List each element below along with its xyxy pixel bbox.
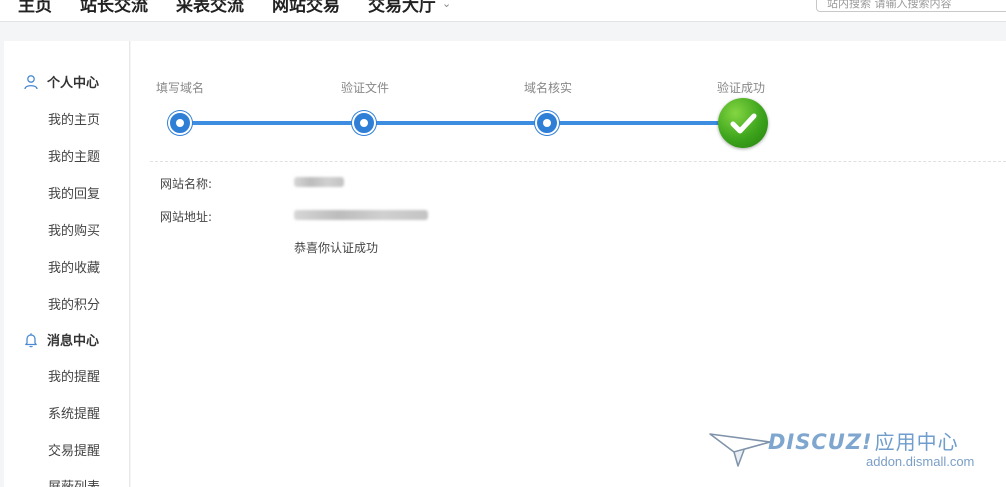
step-dot-3 <box>535 111 559 135</box>
chevron-down-icon: ⌄ <box>442 0 452 10</box>
nav-site-trade[interactable]: 网站交易 <box>272 0 340 16</box>
sidebar-item-system-reminders[interactable]: 系统提醒 <box>48 403 100 422</box>
search-input[interactable]: 站内搜索 请输入搜索内容 <box>816 0 1006 12</box>
watermark-logo: DISCUZ! 应用中心 <box>768 426 959 455</box>
nav-site-trade-label: 网站交易 <box>272 0 340 16</box>
sidebar-item-my-replies[interactable]: 我的回复 <box>48 183 100 202</box>
step-label-fill-domain: 填写域名 <box>156 81 205 95</box>
sidebar-item-my-reminders[interactable]: 我的提醒 <box>48 366 100 385</box>
sidebar-item-my-purchases[interactable]: 我的购买 <box>48 220 100 239</box>
progress-track <box>180 121 748 125</box>
step-dot-2 <box>352 111 376 135</box>
paper-plane-icon <box>709 433 771 467</box>
nav-webmaster-label: 站长交流 <box>80 0 148 16</box>
nav-home-label: 主页 <box>18 0 52 16</box>
main-nav: 主页 站长交流 采表交流 网站交易 交易大厅 ⌄ <box>18 0 451 16</box>
user-icon <box>24 74 38 89</box>
site-name-value-redacted <box>294 177 344 187</box>
site-name-label: 网站名称: <box>160 177 213 191</box>
sidebar-item-trade-reminders[interactable]: 交易提醒 <box>48 440 100 459</box>
sidebar-item-my-favorites[interactable]: 我的收藏 <box>48 257 100 276</box>
watermark-logo-text: DISCUZ! <box>768 430 873 454</box>
sidebar-section-personal-title: 个人中心 <box>47 76 100 91</box>
watermark-suffix: 应用中心 <box>874 430 959 454</box>
nav-collector-label: 采表交流 <box>176 0 244 16</box>
sidebar-section-messages-title: 消息中心 <box>47 334 100 349</box>
bell-icon <box>25 332 37 347</box>
success-check-icon <box>718 98 768 148</box>
site-url-label: 网站地址: <box>160 210 213 224</box>
top-navbar: 主页 站长交流 采表交流 网站交易 交易大厅 ⌄ 站内搜索 请输入搜索内容 <box>0 0 1006 22</box>
verification-panel: 填写域名 验证文件 域名核实 验证成功 网站名称: 网站地址: 恭喜你认证成功 <box>131 41 1006 487</box>
sidebar-item-my-points[interactable]: 我的积分 <box>48 294 100 313</box>
sidebar-section-messages: 消息中心 <box>23 330 99 349</box>
sidebar-item-block-list[interactable]: 屏蔽列表 <box>48 476 100 487</box>
site-url-value-redacted <box>294 210 428 220</box>
watermark-url: addon.dismall.com <box>866 454 975 469</box>
sidebar: 个人中心 我的主页 我的主题 我的回复 我的购买 我的收藏 我的积分 消息中心 … <box>4 41 130 487</box>
sidebar-item-my-home[interactable]: 我的主页 <box>48 109 100 128</box>
nav-trade-hall[interactable]: 交易大厅 ⌄ <box>368 0 451 16</box>
step-label-domain-check: 域名核实 <box>524 81 573 95</box>
step-dot-1 <box>168 111 192 135</box>
sidebar-item-my-topics[interactable]: 我的主题 <box>48 146 100 165</box>
nav-webmaster[interactable]: 站长交流 <box>80 0 148 16</box>
divider <box>150 161 1006 162</box>
nav-collector[interactable]: 采表交流 <box>176 0 244 16</box>
discuz-watermark: DISCUZ! 应用中心 addon.dismall.com <box>708 426 998 472</box>
step-label-verify-file: 验证文件 <box>341 81 390 95</box>
nav-trade-hall-label: 交易大厅 <box>368 0 436 16</box>
nav-home[interactable]: 主页 <box>18 0 52 16</box>
sidebar-section-personal: 个人中心 <box>23 72 99 91</box>
step-label-success: 验证成功 <box>717 81 766 95</box>
success-message: 恭喜你认证成功 <box>294 241 379 255</box>
